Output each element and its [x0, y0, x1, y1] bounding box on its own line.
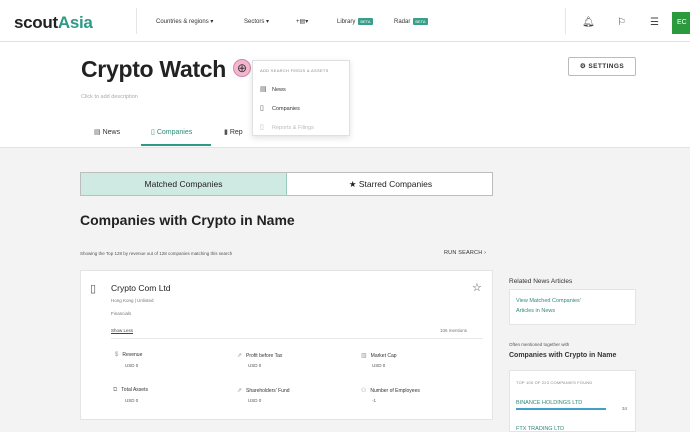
view-matched-articles-link[interactable]: View Matched Companies' Articles in News [516, 296, 581, 316]
metric-value: USD 0 [125, 398, 139, 403]
metric-total-assets: ⧉ Total Assets [113, 387, 148, 393]
related-news-heading: Related News Articles [509, 278, 573, 285]
show-less-link[interactable]: Show Less [111, 328, 133, 333]
metric-value: USD 0 [372, 363, 386, 368]
companies-icon: ▯ [260, 105, 264, 112]
star-icon[interactable]: ☆ [472, 281, 482, 294]
metric-revenue: $ Revenue [115, 352, 143, 358]
menu-heading: ADD SEARCH FEEDS & ASSETS [260, 68, 329, 73]
bell-icon[interactable]: 🔔︎ [582, 17, 595, 28]
active-tab-indicator [141, 144, 211, 146]
metric-number-of-employees: ⚇ Number of Employees [361, 388, 420, 394]
company-sector: Financials [111, 311, 132, 316]
settings-button[interactable]: ⚙ SETTINGS [568, 57, 636, 76]
company-location: Hong Kong | Unlisted [111, 298, 154, 303]
companies-icon: ▯ [151, 129, 155, 136]
news-icon: ▤ [260, 86, 267, 93]
companies-toggle: Matched Companies ★ Starred Companies [80, 172, 493, 196]
mentions-count: 106 mentions [440, 328, 468, 333]
mention-bar [516, 408, 606, 410]
metric-value: USD 0 [125, 363, 139, 368]
metric-market-cap: ▥ Market Cap [361, 353, 397, 359]
nav-countries-regions[interactable]: Countries & regions ▾ [156, 18, 213, 25]
beta-badge: BETA [358, 18, 373, 25]
page-title: Crypto Watch [81, 56, 227, 82]
add-feed-button[interactable]: ⊕ [233, 59, 251, 77]
often-mentioned-label: Often mentioned together with [509, 342, 570, 347]
description-field[interactable]: Click to add description [81, 94, 138, 100]
scoutasia-logo[interactable]: scoutAsia [14, 13, 93, 33]
metric-value: -1 [372, 398, 377, 403]
assets-icon: ⧉ [113, 387, 118, 393]
nav-divider [565, 8, 566, 34]
nav-library[interactable]: Library BETA [337, 18, 373, 25]
tab-news[interactable]: ▤ News [94, 128, 120, 136]
bar-chart-icon: ▥ [361, 353, 367, 359]
menu-item-reports-filings: ▯ Reports & Filings [260, 124, 314, 131]
building-icon: ▯ [90, 283, 97, 295]
run-search-link[interactable]: RUN SEARCH › [444, 250, 486, 256]
reports-icon: ▯ [260, 124, 264, 131]
gear-icon: ⚙ [579, 63, 587, 70]
trend-icon: ⇗ [237, 353, 243, 359]
beta-badge: BETA [413, 18, 428, 25]
metric-value: USD 0 [248, 363, 262, 368]
tab-reports[interactable]: ▮ Rep [224, 128, 243, 136]
next-company-link[interactable]: FTX TRADING LTD [516, 426, 564, 432]
tab-companies[interactable]: ▯ Companies [151, 128, 192, 136]
top-navigation-bar: scoutAsia Countries & regions ▾ Sectors … [0, 0, 690, 42]
reports-icon: ▮ [224, 129, 228, 136]
often-mentioned-heading: Companies with Crypto in Name [509, 352, 617, 359]
nav-divider [136, 8, 137, 34]
section-heading: Companies with Crypto in Name [80, 212, 295, 228]
nav-sectors[interactable]: Sectors ▾ [244, 18, 269, 25]
mention-count: 34 [622, 406, 628, 411]
companies-found-label: TOP 100 OF 223 COMPANIES FOUND [516, 380, 593, 385]
add-icon: + [296, 19, 300, 25]
matched-companies-toggle[interactable]: Matched Companies [81, 173, 287, 195]
company-name[interactable]: Crypto Com Ltd [111, 283, 171, 293]
chart-icon: ⇗ [237, 388, 243, 394]
metric-profit-before-tax: ⇗ Profit before Tax [237, 353, 283, 359]
results-info: Showing the Top 128 by revenue out of 12… [80, 251, 233, 256]
menu-item-news[interactable]: ▤ News [260, 85, 286, 93]
news-icon: ▤ [94, 129, 101, 136]
nav-radar[interactable]: Radar BETA [394, 18, 428, 25]
bookmark-icon[interactable]: ⚐ [617, 17, 626, 28]
user-avatar[interactable]: EC [672, 12, 690, 34]
people-icon: ⚇ [361, 388, 367, 394]
add-feeds-menu: ADD SEARCH FEEDS & ASSETS ▤ News ▯ Compani… [252, 60, 350, 136]
list-icon[interactable]: ☰ [650, 17, 659, 28]
starred-companies-toggle[interactable]: ★ Starred Companies [288, 173, 493, 195]
metric-value: USD 0 [248, 398, 262, 403]
dollar-icon: $ [115, 352, 119, 358]
card-divider [111, 338, 483, 339]
menu-item-companies[interactable]: ▯ Companies [260, 104, 300, 112]
metric-shareholders-fund: ⇗ Shareholders' Fund [237, 388, 290, 394]
nav-add[interactable]: +▤▾ [296, 18, 308, 25]
top-company-link[interactable]: BINANCE HOLDINGS LTD [516, 400, 582, 406]
